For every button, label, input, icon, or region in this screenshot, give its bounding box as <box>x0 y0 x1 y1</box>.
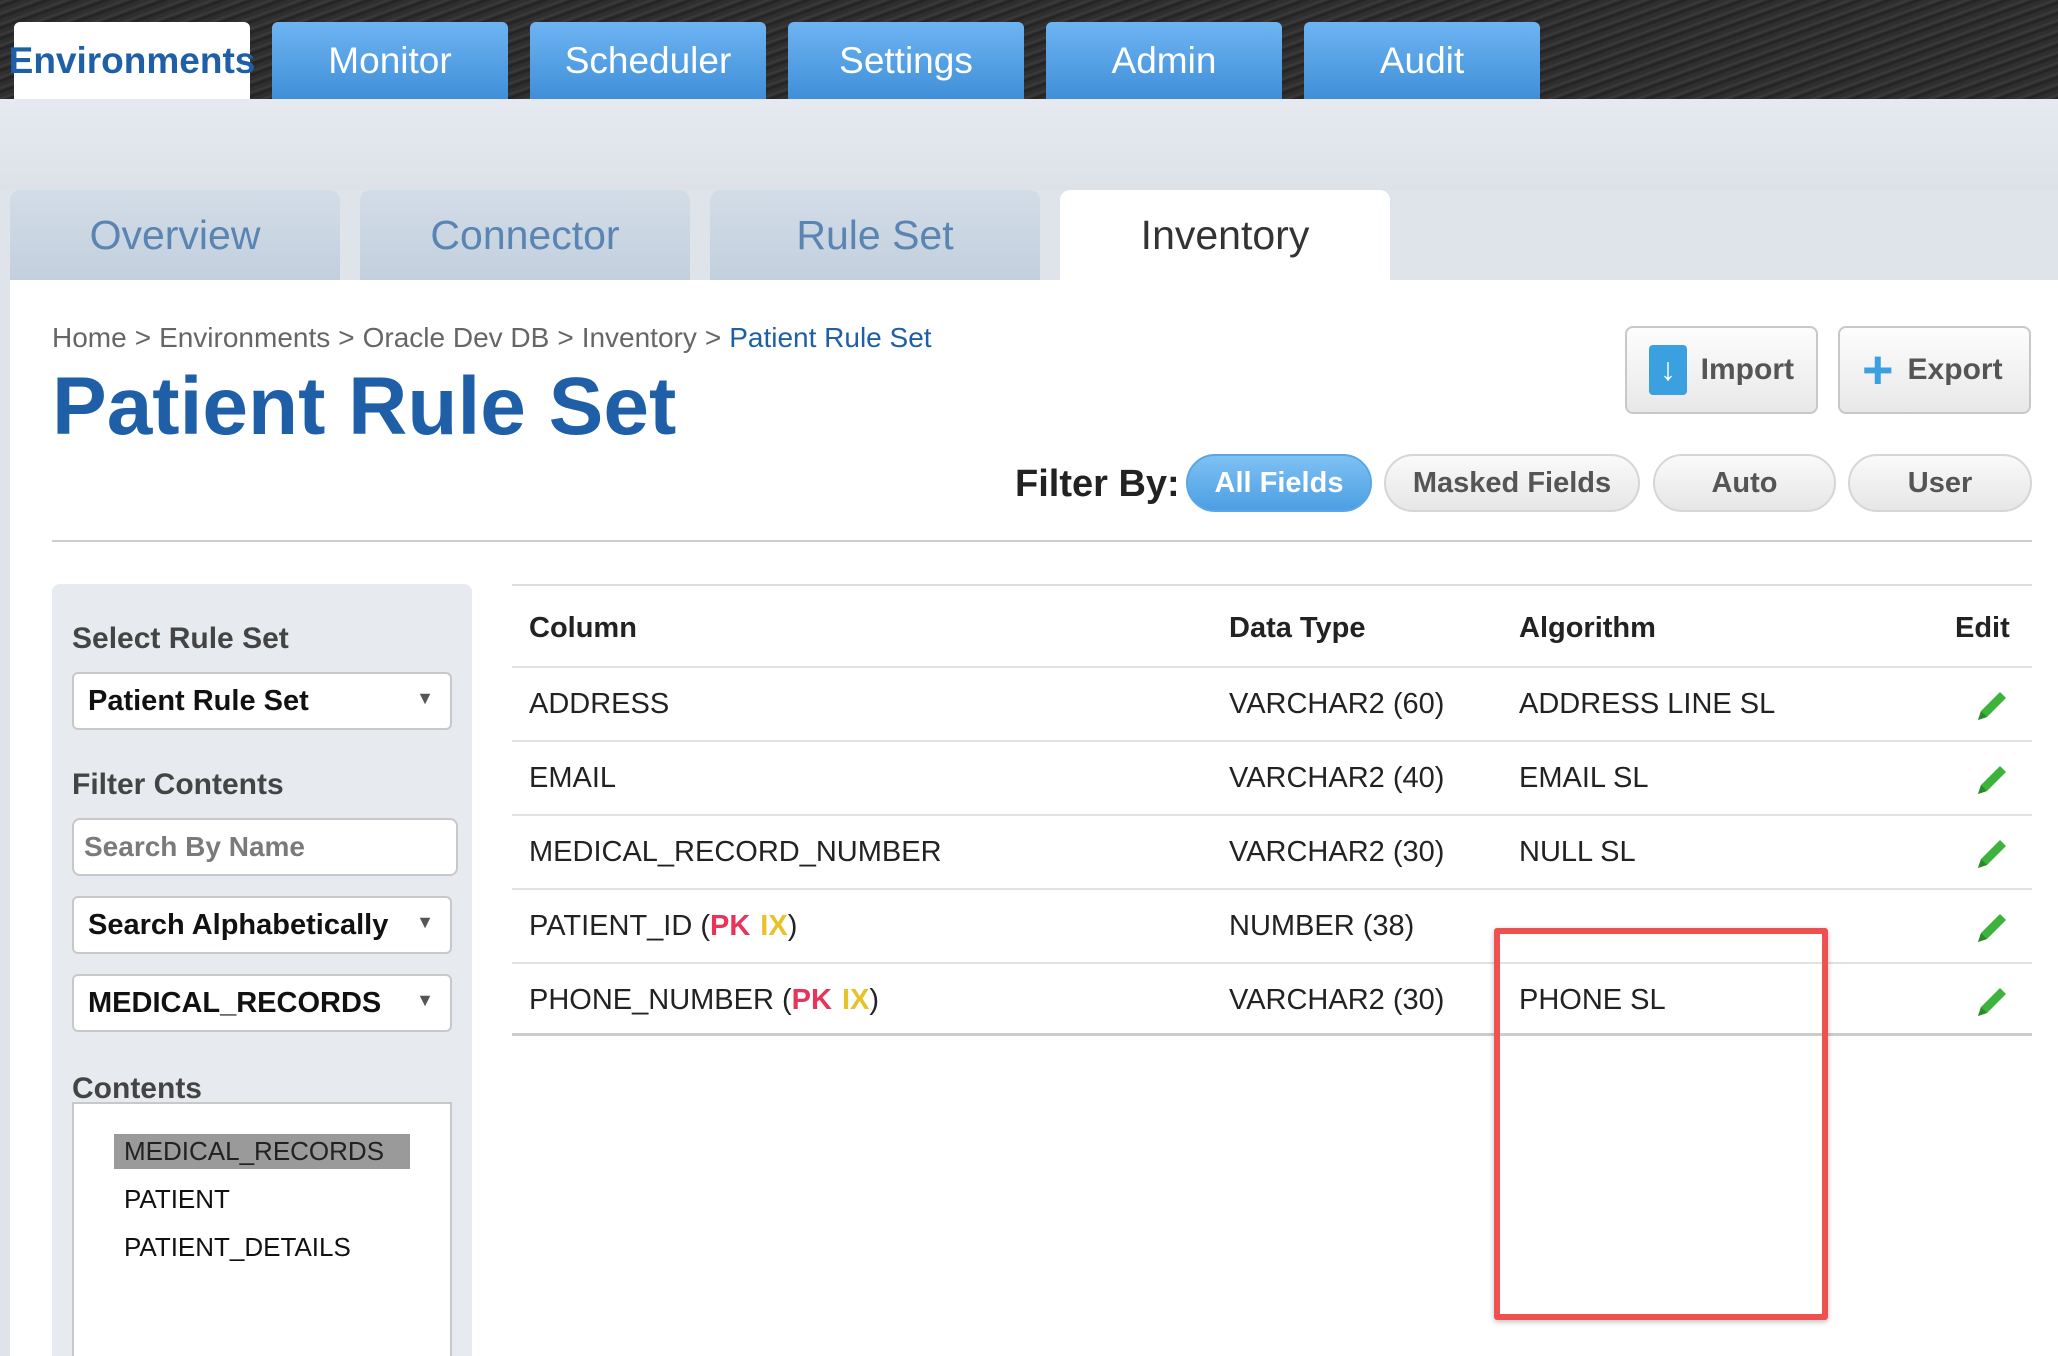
cell-column: ADDRESS <box>529 688 670 720</box>
cell-column: MEDICAL_RECORD_NUMBER <box>529 836 942 868</box>
cell-algorithm: NULL SL <box>1519 836 1636 868</box>
filter-contents-label: Filter Contents <box>72 768 284 801</box>
table-header: Column Data Type Algorithm Edit <box>512 584 2032 666</box>
filter-by-label: Filter By: <box>1015 463 1180 505</box>
sidebar: Select Rule Set Patient Rule Set ▼ Filte… <box>52 584 472 1356</box>
breadcrumb-inventory[interactable]: Inventory <box>582 322 697 354</box>
top-tab-environments[interactable]: Environments <box>9 22 255 99</box>
breadcrumb-oracle-dev-db[interactable]: Oracle Dev DB <box>363 322 550 354</box>
breadcrumb-separator: > <box>557 322 574 353</box>
top-nav-bar: Environments Monitor Scheduler Settings … <box>0 0 2058 99</box>
pk-badge: PK <box>791 984 832 1016</box>
sort-value: Search Alphabetically <box>88 908 389 941</box>
triangle-down-icon: ▼ <box>416 688 434 708</box>
algorithm-highlight-box <box>1494 928 1828 1320</box>
plus-icon: + <box>1862 340 1894 400</box>
filter-all-fields[interactable]: All Fields <box>1186 454 1372 512</box>
list-item-medical-records[interactable]: MEDICAL_RECORDS <box>114 1134 410 1169</box>
cell-column: PHONE_NUMBER (PK IX) <box>529 984 880 1016</box>
pencil-icon[interactable] <box>1972 760 2012 800</box>
select-rule-set-label: Select Rule Set <box>72 622 289 655</box>
header-algorithm: Algorithm <box>1519 612 1656 644</box>
tab-inventory[interactable]: Inventory <box>1060 190 1390 280</box>
export-label: Export <box>1907 353 2003 386</box>
table-value: MEDICAL_RECORDS <box>88 986 382 1019</box>
breadcrumb-separator: > <box>134 322 152 353</box>
tab-rule-set[interactable]: Rule Set <box>710 190 1040 280</box>
ix-badge: IX <box>841 984 870 1016</box>
triangle-down-icon: ▼ <box>416 912 434 932</box>
breadcrumb-separator: > <box>338 322 355 353</box>
top-tab-scheduler[interactable]: Scheduler <box>530 22 766 99</box>
breadcrumb-home[interactable]: Home <box>52 322 127 354</box>
contents-list: MEDICAL_RECORDS PATIENT PATIENT_DETAILS <box>72 1102 452 1356</box>
top-nav: Environments Monitor Scheduler Settings … <box>9 22 1540 99</box>
cell-data-type: VARCHAR2 (40) <box>1229 762 1445 794</box>
rule-set-select[interactable]: Patient Rule Set ▼ <box>72 672 452 730</box>
cell-algorithm: EMAIL SL <box>1519 762 1649 794</box>
list-item-patient-details[interactable]: PATIENT_DETAILS <box>114 1230 361 1265</box>
rule-set-value: Patient Rule Set <box>88 684 309 717</box>
sort-select[interactable]: Search Alphabetically ▼ <box>72 896 452 954</box>
cell-data-type: VARCHAR2 (30) <box>1229 836 1445 868</box>
breadcrumb-current: Patient Rule Set <box>729 322 932 353</box>
table-select[interactable]: MEDICAL_RECORDS ▼ <box>72 974 452 1032</box>
filter-auto[interactable]: Auto <box>1653 454 1836 512</box>
pk-badge: PK <box>710 910 751 942</box>
sub-tabs: Overview Connector Rule Set Inventory <box>10 190 1390 280</box>
triangle-down-icon: ▼ <box>416 990 434 1010</box>
header-band <box>0 99 2058 190</box>
contents-label: Contents <box>72 1072 202 1105</box>
cell-data-type: VARCHAR2 (60) <box>1229 688 1445 720</box>
divider <box>52 540 2032 542</box>
pencil-icon[interactable] <box>1972 908 2012 948</box>
export-button[interactable]: + Export <box>1838 326 2031 414</box>
cell-data-type: NUMBER (38) <box>1229 910 1415 942</box>
download-icon <box>1649 345 1687 395</box>
top-tab-settings[interactable]: Settings <box>788 22 1024 99</box>
breadcrumb-separator: > <box>704 322 722 353</box>
cell-column: PATIENT_ID (PK IX) <box>529 910 798 942</box>
tab-overview[interactable]: Overview <box>10 190 340 280</box>
search-by-name-input[interactable] <box>72 818 458 876</box>
top-tab-monitor[interactable]: Monitor <box>272 22 508 99</box>
cell-algorithm: ADDRESS LINE SL <box>1519 688 1776 720</box>
filter-masked-fields[interactable]: Masked Fields <box>1384 454 1640 512</box>
table-row: ADDRESS VARCHAR2 (60) ADDRESS LINE SL <box>512 666 2032 740</box>
breadcrumb: Home > Environments > Oracle Dev DB > In… <box>52 322 932 354</box>
header-edit: Edit <box>1955 612 2010 644</box>
pencil-icon[interactable] <box>1972 982 2012 1022</box>
page-title: Patient Rule Set <box>52 361 677 452</box>
import-button[interactable]: Import <box>1625 326 1818 414</box>
import-label: Import <box>1700 353 1794 386</box>
ix-badge: IX <box>760 910 788 942</box>
main-panel: Home > Environments > Oracle Dev DB > In… <box>10 280 2058 1356</box>
header-data-type: Data Type <box>1229 612 1366 644</box>
cell-data-type: VARCHAR2 (30) <box>1229 984 1445 1016</box>
header-column: Column <box>529 612 637 644</box>
filter-user[interactable]: User <box>1848 454 2032 512</box>
list-item-patient[interactable]: PATIENT <box>114 1182 240 1217</box>
pencil-icon[interactable] <box>1972 834 2012 874</box>
top-tab-admin[interactable]: Admin <box>1046 22 1282 99</box>
tab-connector[interactable]: Connector <box>360 190 690 280</box>
breadcrumb-environments[interactable]: Environments <box>159 322 330 354</box>
cell-column: EMAIL <box>529 762 617 794</box>
table-row: EMAIL VARCHAR2 (40) EMAIL SL <box>512 740 2032 814</box>
top-tab-audit[interactable]: Audit <box>1304 22 1540 99</box>
table-row: MEDICAL_RECORD_NUMBER VARCHAR2 (30) NULL… <box>512 814 2032 888</box>
pencil-icon[interactable] <box>1972 686 2012 726</box>
